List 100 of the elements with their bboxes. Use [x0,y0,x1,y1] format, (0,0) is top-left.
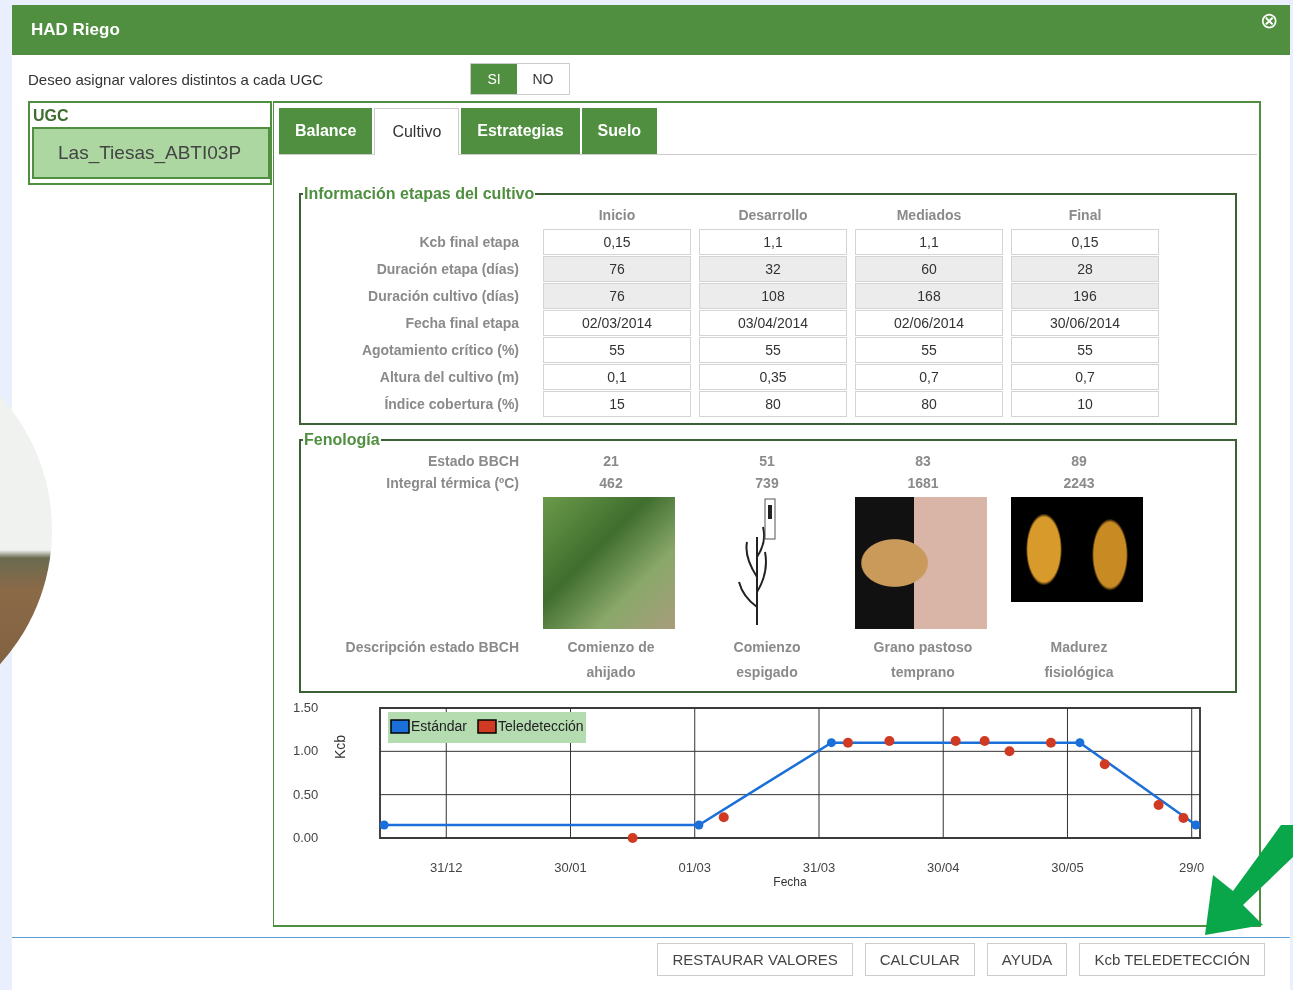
value-field: 28 [1011,256,1159,282]
value-field[interactable]: 1,1 [855,229,1003,255]
value-field: 32 [699,256,847,282]
tab[interactable]: Cultivo [374,108,460,155]
value-field: 168 [855,283,1003,309]
value-field: 76 [543,283,691,309]
x-tick-label: 31/12 [430,860,463,875]
x-tick-label: 30/05 [1051,860,1084,875]
data-point [1004,746,1015,757]
column-header: Desarrollo [737,207,809,225]
value-field: 76 [543,256,691,282]
value-field[interactable]: 0,15 [1011,229,1159,255]
row-label: Estado BBCH [427,453,520,469]
data-point [843,737,853,748]
value-field[interactable]: 0,7 [855,364,1003,390]
x-tick-label: 01/03 [678,860,711,875]
value-field[interactable]: 0,15 [543,229,691,255]
bbch-value: 89 [1070,453,1088,469]
column-header: Final [1067,207,1103,225]
stage-description: Comienzo de ahijado [566,638,656,682]
column-header: Inicio [597,207,637,225]
row-label: Agotamiento crítico (%) [360,342,520,358]
section-title: Fenología [303,431,381,449]
row-label: Índice cobertura (%) [383,396,520,412]
footer-button[interactable]: Kcb TELEDETECCIÓN [1079,943,1265,976]
row-label: Duración etapa (días) [375,261,520,277]
data-point [1191,820,1201,830]
tab[interactable]: Estrategias [461,108,580,154]
y-tick-label: 1.50 [293,700,319,715]
value-field: 108 [699,283,847,309]
row-label: Descripción estado BBCH [344,638,520,657]
data-point [1075,738,1085,748]
footer-button[interactable]: CALCULAR [864,943,975,976]
row-label: Fecha final etapa [404,315,520,331]
value-field[interactable]: 1,1 [699,229,847,255]
row-label: Duración cultivo (días) [367,288,520,304]
ugc-title: UGC [32,106,70,126]
value-field[interactable]: 0,35 [699,364,847,390]
data-point [884,735,895,746]
value-field[interactable]: 02/06/2014 [855,310,1003,336]
footer-button[interactable]: RESTAURAR VALORES [657,943,853,976]
thermal-value: 2243 [1062,475,1096,491]
window-title: HAD Riego [31,20,120,40]
legend-label: Teledetección [498,718,584,734]
row-label: Altura del cultivo (m) [378,369,520,385]
bbch-value: 83 [914,453,932,469]
value-field[interactable]: 30/06/2014 [1011,310,1159,336]
value-field[interactable]: 55 [855,337,1003,363]
data-point [1178,813,1189,824]
stage-description: Grano pastoso temprano [872,638,974,682]
bbch-value: 51 [758,453,776,469]
y-tick-label: 1.00 [293,743,319,759]
data-point [694,820,704,830]
ugc-item[interactable]: Las_Tiesas_ABTI03P [32,127,270,179]
section-title: Información etapas del cultivo [303,185,536,203]
close-button[interactable]: ⊗ [1256,8,1282,34]
x-tick-label: 30/04 [926,860,960,875]
row-label: Integral térmica (ºC) [385,475,520,491]
legend-label: Estándar [411,718,468,734]
data-point [1099,759,1110,770]
y-axis-title: Kcb [332,734,348,760]
value-field: 60 [855,256,1003,282]
thermal-value: 739 [754,475,780,491]
data-point [718,812,729,823]
toggle-option[interactable]: SI [471,64,517,94]
footer-button[interactable]: AYUDA [986,943,1068,976]
value-field[interactable]: 80 [855,391,1003,417]
row-label: Kcb final etapa [418,234,520,250]
y-tick-label: 0.00 [293,830,319,845]
stage-description: Comienzo espigado [732,638,802,682]
value-field[interactable]: 0,1 [543,364,691,390]
value-field[interactable]: 03/04/2014 [699,310,847,336]
value-field[interactable]: 55 [1011,337,1159,363]
data-point [1045,737,1056,748]
value-field[interactable]: 0,7 [1011,364,1159,390]
value-field[interactable]: 10 [1011,391,1159,417]
x-tick-label: 29/0 [1179,860,1205,875]
column-header: Mediados [895,207,963,225]
x-tick-label: 30/01 [554,860,587,875]
y-tick-label: 0.50 [293,786,319,802]
data-point [627,833,638,843]
value-field[interactable]: 55 [543,337,691,363]
tab[interactable]: Suelo [581,108,658,154]
tab[interactable]: Balance [279,108,373,154]
data-point [1153,800,1164,811]
value-field[interactable]: 55 [699,337,847,363]
value-field: 196 [1011,283,1159,309]
x-tick-label: 31/03 [802,860,836,875]
data-point [979,735,990,746]
thermal-value: 462 [598,475,624,491]
arrow-icon [1205,825,1293,935]
assign-label: Deseo asignar valores distintos a cada UGC [28,70,325,88]
value-field[interactable]: 80 [699,391,847,417]
data-point [379,820,389,830]
data-point [826,738,836,748]
value-field[interactable]: 02/03/2014 [543,310,691,336]
value-field[interactable]: 15 [543,391,691,417]
bbch-value: 21 [602,453,620,469]
thermal-value: 1681 [906,475,940,491]
stage-description: Madurez fisiológica [1043,638,1115,682]
